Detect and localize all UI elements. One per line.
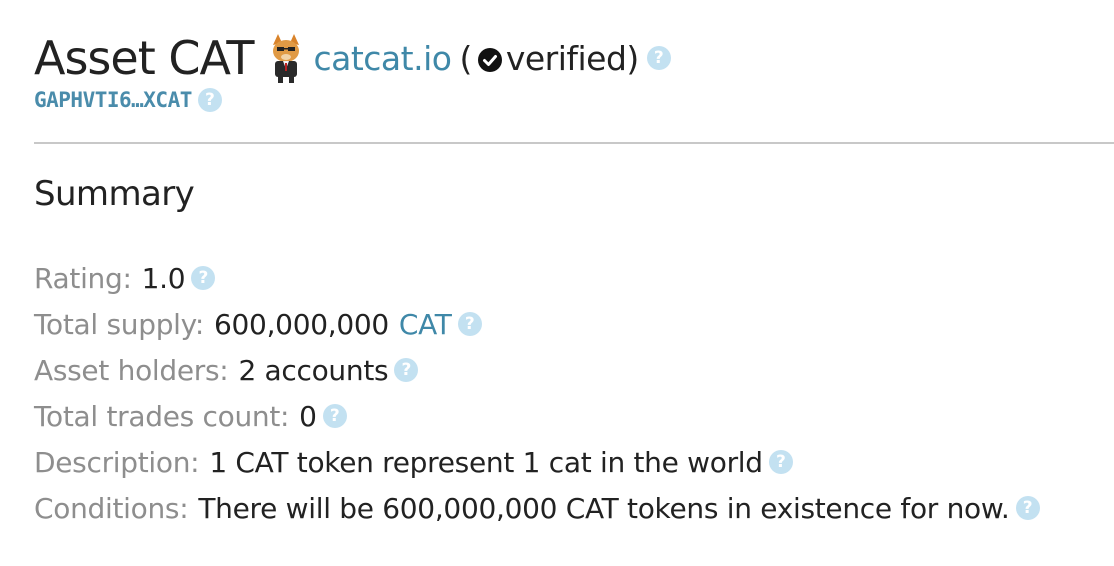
help-icon[interactable]: ? [768, 450, 793, 474]
verified-label: verified) [505, 38, 639, 78]
trades-count-label: Total trades count: [34, 399, 290, 433]
page-title: Asset CAT [34, 31, 254, 85]
conditions-label: Conditions: [34, 491, 189, 525]
total-supply-value: 600,000,000 [214, 307, 389, 341]
rating-value: 1.0 [141, 261, 186, 295]
address-row: GAPHVTI6…XCAT ? [34, 88, 671, 112]
summary-list: Rating: 1.0 ? Total supply: 600,000,000 … [34, 255, 1040, 531]
help-icon[interactable]: ? [1015, 496, 1040, 520]
conditions-value: There will be 600,000,000 CAT tokens in … [198, 491, 1010, 525]
rating-label: Rating: [34, 261, 132, 295]
asset-holders-value: 2 accounts [238, 353, 389, 387]
help-icon[interactable]: ? [646, 46, 671, 70]
rating-row: Rating: 1.0 ? [34, 255, 1040, 301]
asset-holders-row: Asset holders: 2 accounts ? [34, 347, 1040, 393]
total-supply-label: Total supply: [34, 307, 205, 341]
trades-count-row: Total trades count: 0 ? [34, 393, 1040, 439]
title-row: Asset CAT catcat.io (verified) ? [34, 26, 671, 90]
help-icon[interactable]: ? [322, 404, 347, 428]
help-icon[interactable]: ? [197, 88, 222, 112]
issuer-address-link[interactable]: GAPHVTI6…XCAT [34, 88, 192, 112]
help-icon[interactable]: ? [191, 266, 216, 290]
asset-header: Asset CAT catcat.io (verified) ? GAPHVT… [34, 26, 671, 112]
asset-holders-label: Asset holders: [34, 353, 229, 387]
verified-check-icon [477, 48, 502, 72]
paren-open: ( [459, 38, 472, 78]
help-icon[interactable]: ? [394, 358, 419, 382]
help-icon[interactable]: ? [457, 312, 482, 336]
asset-code-link[interactable]: CAT [399, 308, 452, 341]
description-value: 1 CAT token represent 1 cat in the world [209, 445, 763, 479]
total-supply-row: Total supply: 600,000,000 CAT ? [34, 301, 1040, 347]
cat-logo-icon [269, 31, 303, 85]
summary-heading: Summary [34, 174, 195, 214]
description-label: Description: [34, 445, 200, 479]
home-domain-link[interactable]: catcat.io [313, 39, 451, 78]
trades-count-value: 0 [299, 399, 317, 433]
description-row: Description: 1 CAT token represent 1 cat… [34, 439, 1040, 485]
conditions-row: Conditions: There will be 600,000,000 CA… [34, 485, 1040, 531]
divider [34, 142, 1114, 144]
asset-page: Asset CAT catcat.io (verified) ? GAPHVT… [0, 0, 1114, 566]
